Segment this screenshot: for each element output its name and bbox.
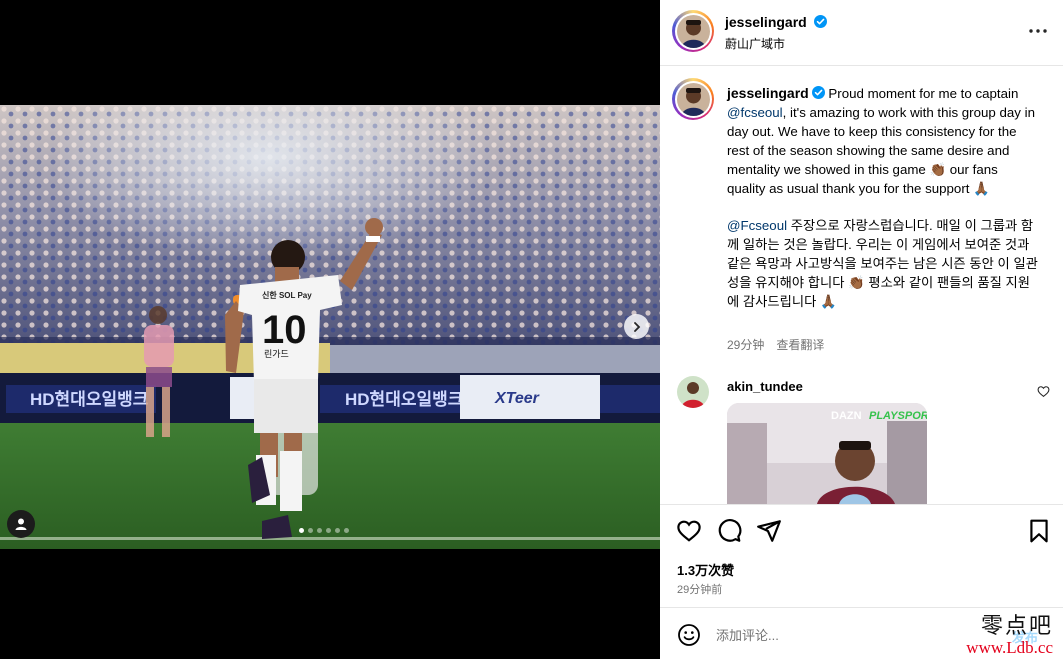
caption-text-en-1: Proud moment for me to captain	[828, 86, 1019, 101]
post-header: jesselingard 蔚山广域市	[660, 0, 1063, 66]
comment-username[interactable]: akin_tundee	[727, 379, 803, 394]
caption-mention-ko[interactable]: @Fcseoul	[727, 218, 787, 233]
watermark: 零点吧 www.Ldb.cc	[966, 608, 1053, 658]
user-tag-icon	[15, 518, 27, 530]
jersey-number: 10	[262, 308, 307, 352]
led-board-text-2: HD현대오일뱅크	[345, 390, 464, 409]
post-actions	[660, 504, 1063, 556]
comment-media-badge-prefix: DAZN	[831, 410, 862, 422]
verified-badge-icon	[811, 86, 825, 99]
jersey-sponsor: 신한 SOL Pay	[262, 290, 312, 300]
heart-icon[interactable]	[676, 518, 702, 544]
caption-meta: 29分钟 查看翻译	[727, 336, 824, 353]
led-board-sponsor: XTeer	[494, 390, 540, 407]
share-icon[interactable]	[756, 518, 782, 544]
comment-media-badge: PLAYSPORTS	[869, 410, 927, 422]
like-count[interactable]: 1.3万次赞	[677, 560, 734, 579]
carousel-next-button[interactable]	[624, 314, 649, 339]
author-username[interactable]: jesselingard	[725, 14, 807, 30]
comment-media[interactable]: DAZN PLAYSPORTS	[727, 403, 927, 504]
verified-badge-icon	[814, 15, 828, 28]
carousel-dot	[344, 528, 349, 533]
carousel-dot	[326, 528, 331, 533]
comment-like-icon[interactable]	[1037, 385, 1050, 398]
post-media: HD현대오일뱅크 HD현대오일뱅크 XTeer 신한 SOL Pay 10 린가…	[0, 0, 660, 659]
post-details-panel: jesselingard 蔚山广域市 jesselingard Proud mo…	[660, 0, 1063, 659]
carousel-dot	[335, 528, 340, 533]
jersey-name: 린가드	[264, 349, 289, 360]
bookmark-icon[interactable]	[1026, 518, 1052, 544]
post-time[interactable]: 29分钟前	[677, 581, 722, 597]
comment-input[interactable]	[716, 624, 946, 646]
carousel-next-icon	[633, 321, 640, 332]
carousel-indicator	[299, 528, 349, 533]
caption-author-avatar[interactable]	[672, 78, 714, 120]
post-location[interactable]: 蔚山广域市	[725, 35, 785, 52]
see-translation-link[interactable]: 查看翻译	[776, 338, 824, 352]
author-avatar[interactable]	[672, 10, 714, 52]
post-caption: jesselingard Proud moment for me to capt…	[727, 84, 1039, 311]
led-board-text: HD현대오일뱅크	[30, 390, 149, 409]
caption-mention-en[interactable]: @fcseoul	[727, 105, 783, 120]
carousel-dot	[308, 528, 313, 533]
caption-username[interactable]: jesselingard	[727, 85, 809, 101]
more-options-icon[interactable]	[1027, 20, 1049, 42]
emoji-icon[interactable]	[677, 623, 701, 647]
caption-and-comments: jesselingard Proud moment for me to capt…	[660, 67, 1063, 504]
user-tags-button[interactable]	[7, 510, 35, 538]
caption-age[interactable]: 29分钟	[727, 338, 764, 352]
comment-icon[interactable]	[716, 518, 742, 544]
carousel-dot	[299, 528, 304, 533]
carousel-dot	[317, 528, 322, 533]
comment-avatar[interactable]	[677, 376, 709, 408]
watermark-title: 零点吧	[980, 614, 1053, 639]
post-photo[interactable]: HD현대오일뱅크 HD현대오일뱅크 XTeer 신한 SOL Pay 10 린가…	[0, 105, 660, 549]
watermark-url: www.Ldb.cc	[966, 638, 1053, 657]
